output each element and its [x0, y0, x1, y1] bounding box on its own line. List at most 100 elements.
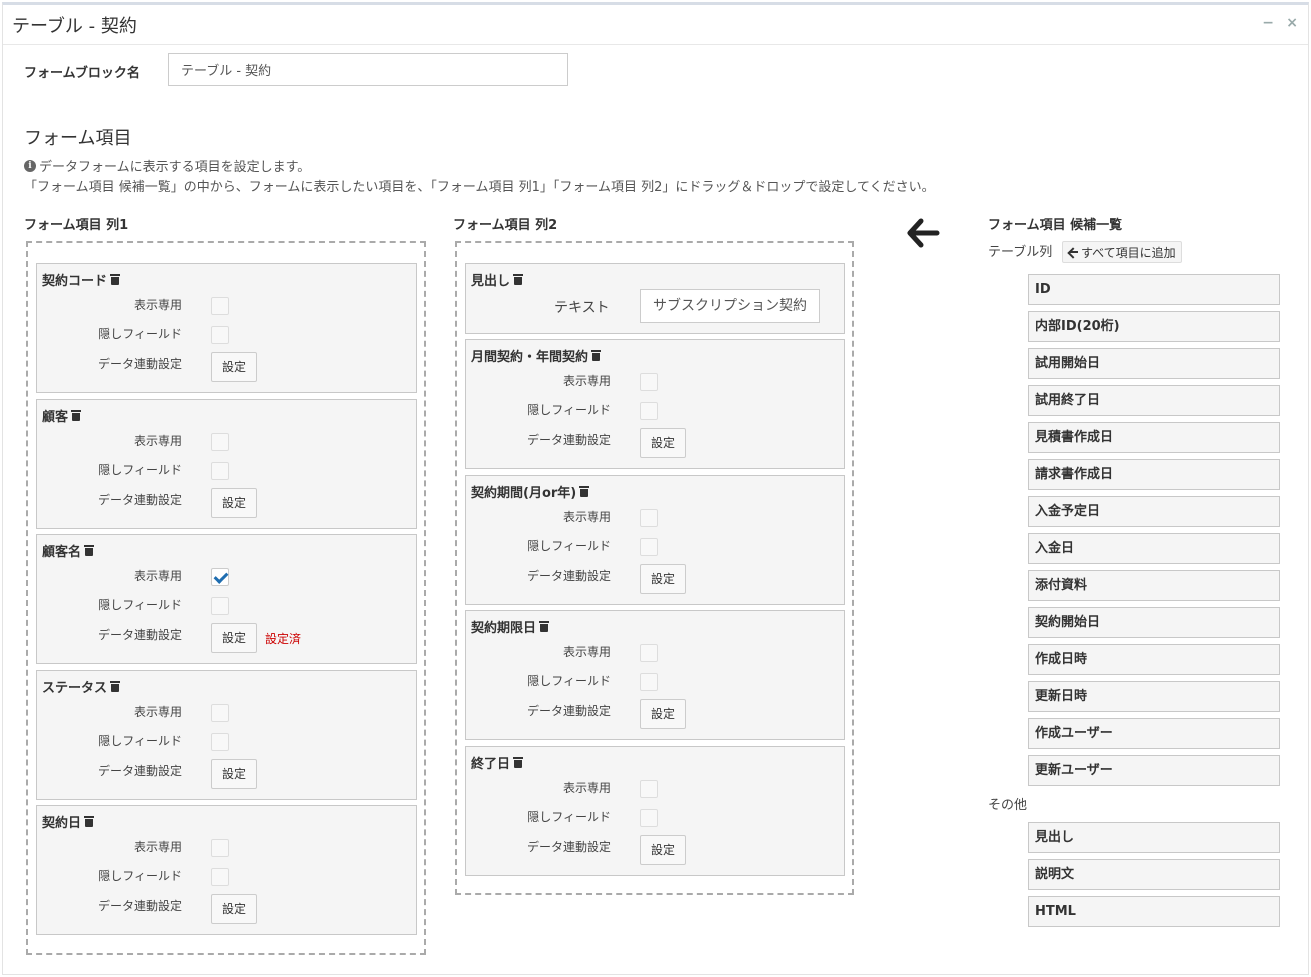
display-only-checkbox[interactable]: [640, 644, 658, 662]
arrow-left-icon: [907, 218, 940, 248]
form-field-card[interactable]: 終了日 表示専用 隠しフィールド データ連動設定 設定: [465, 745, 845, 876]
settings-button[interactable]: 設定: [640, 563, 686, 594]
candidate-item[interactable]: 作成日時: [1028, 644, 1280, 675]
info-icon: i: [24, 159, 36, 172]
add-all-button[interactable]: すべて項目に追加: [1062, 241, 1182, 263]
trash-icon[interactable]: [110, 680, 121, 692]
trash-icon[interactable]: [513, 756, 524, 768]
candidate-item[interactable]: 請求書作成日: [1028, 459, 1280, 490]
hidden-field-checkbox[interactable]: [211, 732, 229, 751]
candidate-item[interactable]: 試用開始日: [1028, 348, 1280, 379]
trash-icon[interactable]: [513, 274, 524, 285]
candidate-item[interactable]: 更新ユーザー: [1028, 755, 1280, 786]
candidate-other-item[interactable]: 説明文: [1028, 859, 1280, 890]
hidden-field-checkbox[interactable]: [640, 673, 658, 691]
hidden-field-checkbox[interactable]: [211, 326, 229, 344]
trash-icon[interactable]: [539, 621, 550, 632]
field-header: 契約コード: [42, 270, 121, 289]
field-header: 契約期限日: [471, 617, 550, 636]
data-link-label: データ連動設定: [526, 568, 611, 583]
display-only-checkbox[interactable]: [211, 568, 229, 586]
display-only-checkbox[interactable]: [640, 508, 658, 527]
trash-icon[interactable]: [84, 545, 95, 556]
trash-icon[interactable]: [110, 274, 121, 285]
hidden-field-checkbox[interactable]: [211, 461, 229, 480]
block-name-label: フォームブロック名: [24, 66, 140, 81]
settings-button[interactable]: 設定: [211, 758, 257, 789]
data-link-label: データ連動設定: [97, 357, 182, 371]
form-field-card[interactable]: 顧客名 表示専用 隠しフィールド データ連動設定 設定 設定済: [36, 534, 417, 664]
form-field-card[interactable]: 契約日 表示専用 隠しフィールド データ連動設定 設定: [36, 805, 417, 935]
data-link-label: データ連動設定: [97, 899, 182, 913]
settings-button[interactable]: 設定: [211, 623, 257, 653]
candidate-item[interactable]: ID: [1028, 274, 1280, 305]
hidden-field-label: 隠しフィールド: [527, 403, 611, 417]
display-only-label: 表示専用: [562, 780, 611, 795]
field-name: 契約コード: [42, 274, 108, 289]
candidate-item[interactable]: 内部ID(20桁): [1028, 311, 1280, 342]
trash-icon[interactable]: [591, 350, 602, 361]
settings-button[interactable]: 設定: [211, 352, 257, 382]
display-only-checkbox[interactable]: [211, 703, 229, 722]
display-only-label: 表示専用: [562, 645, 611, 659]
candidate-item[interactable]: 添付資料: [1028, 570, 1280, 601]
settings-button[interactable]: 設定: [640, 428, 686, 458]
display-only-checkbox[interactable]: [211, 432, 229, 451]
display-only-label: 表示専用: [133, 433, 182, 448]
display-only-label: 表示専用: [562, 374, 611, 388]
form-field-card[interactable]: ステータス 表示専用 隠しフィールド データ連動設定 設定: [36, 669, 417, 800]
hidden-field-label: 隠しフィールド: [98, 598, 182, 612]
form-field-card[interactable]: 契約期限日 表示専用 隠しフィールド データ連動設定 設定: [465, 610, 845, 740]
settings-button[interactable]: 設定: [640, 699, 686, 729]
heading-field-card[interactable]: 見出しテキスト サブスクリプション契約: [465, 263, 845, 334]
heading-text-input[interactable]: サブスクリプション契約: [640, 289, 820, 323]
candidate-other-item[interactable]: 見出し: [1028, 822, 1280, 853]
hidden-field-label: 隠しフィールド: [98, 733, 182, 748]
candidate-other-item[interactable]: HTML: [1028, 896, 1280, 927]
settings-button[interactable]: 設定: [640, 834, 686, 865]
candidate-item[interactable]: 入金日: [1028, 533, 1280, 564]
hidden-field-checkbox[interactable]: [640, 808, 658, 827]
add-all-label: すべて項目に追加: [1081, 245, 1176, 260]
arrow-left-small-icon: [1068, 247, 1078, 257]
candidate-item[interactable]: 入金予定日: [1028, 496, 1280, 527]
settings-button[interactable]: 設定: [211, 487, 257, 518]
field-name: ステータス: [42, 680, 108, 696]
candidate-item[interactable]: 更新日時: [1028, 681, 1280, 712]
text-label: テキスト: [554, 300, 610, 316]
close-button[interactable]: ×: [1286, 15, 1298, 31]
form-field-card[interactable]: 月間契約・年間契約表示専用隠しフィールド データ連動設定 設定: [465, 339, 845, 469]
field-name: 月間契約・年間契約: [471, 350, 589, 365]
display-only-checkbox[interactable]: [211, 297, 229, 315]
candidate-item[interactable]: 試用終了日: [1028, 385, 1280, 416]
candidate-item[interactable]: 契約開始日: [1028, 607, 1280, 638]
field-header: 月間契約・年間契約: [471, 346, 602, 365]
form-field-card[interactable]: 顧客 表示専用 隠しフィールド データ連動設定 設定: [36, 398, 417, 529]
display-only-label: 表示専用: [133, 840, 182, 854]
form-field-card[interactable]: 契約期間(月or年) 表示専用 隠しフィールド データ連動設定 設定: [465, 474, 845, 605]
candidate-item[interactable]: 作成ユーザー: [1028, 718, 1280, 749]
hidden-field-checkbox[interactable]: [211, 868, 229, 886]
data-link-label: データ連動設定: [97, 492, 182, 507]
hidden-field-checkbox[interactable]: [211, 597, 229, 615]
trash-icon[interactable]: [84, 816, 95, 827]
minimize-button[interactable]: −: [1262, 15, 1274, 31]
form-field-card[interactable]: 契約コード 表示専用 隠しフィールド データ連動設定 設定: [36, 263, 417, 393]
settings-button[interactable]: 設定: [211, 894, 257, 924]
field-name: 見出し: [471, 274, 511, 289]
display-only-checkbox[interactable]: [211, 839, 229, 857]
display-only-label: 表示専用: [133, 569, 182, 583]
hidden-field-label: 隠しフィールド: [98, 462, 182, 477]
hidden-field-checkbox[interactable]: [640, 537, 658, 556]
block-name-input[interactable]: [168, 53, 568, 86]
data-link-label: データ連動設定: [526, 433, 611, 447]
hidden-field-label: 隠しフィールド: [527, 674, 611, 688]
display-only-checkbox[interactable]: [640, 779, 658, 798]
description-line-2: 「フォーム項目 候補一覧」の中から、フォームに表示したい項目を、「フォーム項目 …: [24, 180, 935, 195]
trash-icon[interactable]: [579, 485, 590, 497]
candidate-item[interactable]: 見積書作成日: [1028, 422, 1280, 453]
trash-icon[interactable]: [71, 409, 82, 421]
display-only-checkbox[interactable]: [640, 373, 658, 391]
hidden-field-checkbox[interactable]: [640, 402, 658, 420]
title-bar: テーブル - 契約 − ×: [3, 5, 1308, 45]
